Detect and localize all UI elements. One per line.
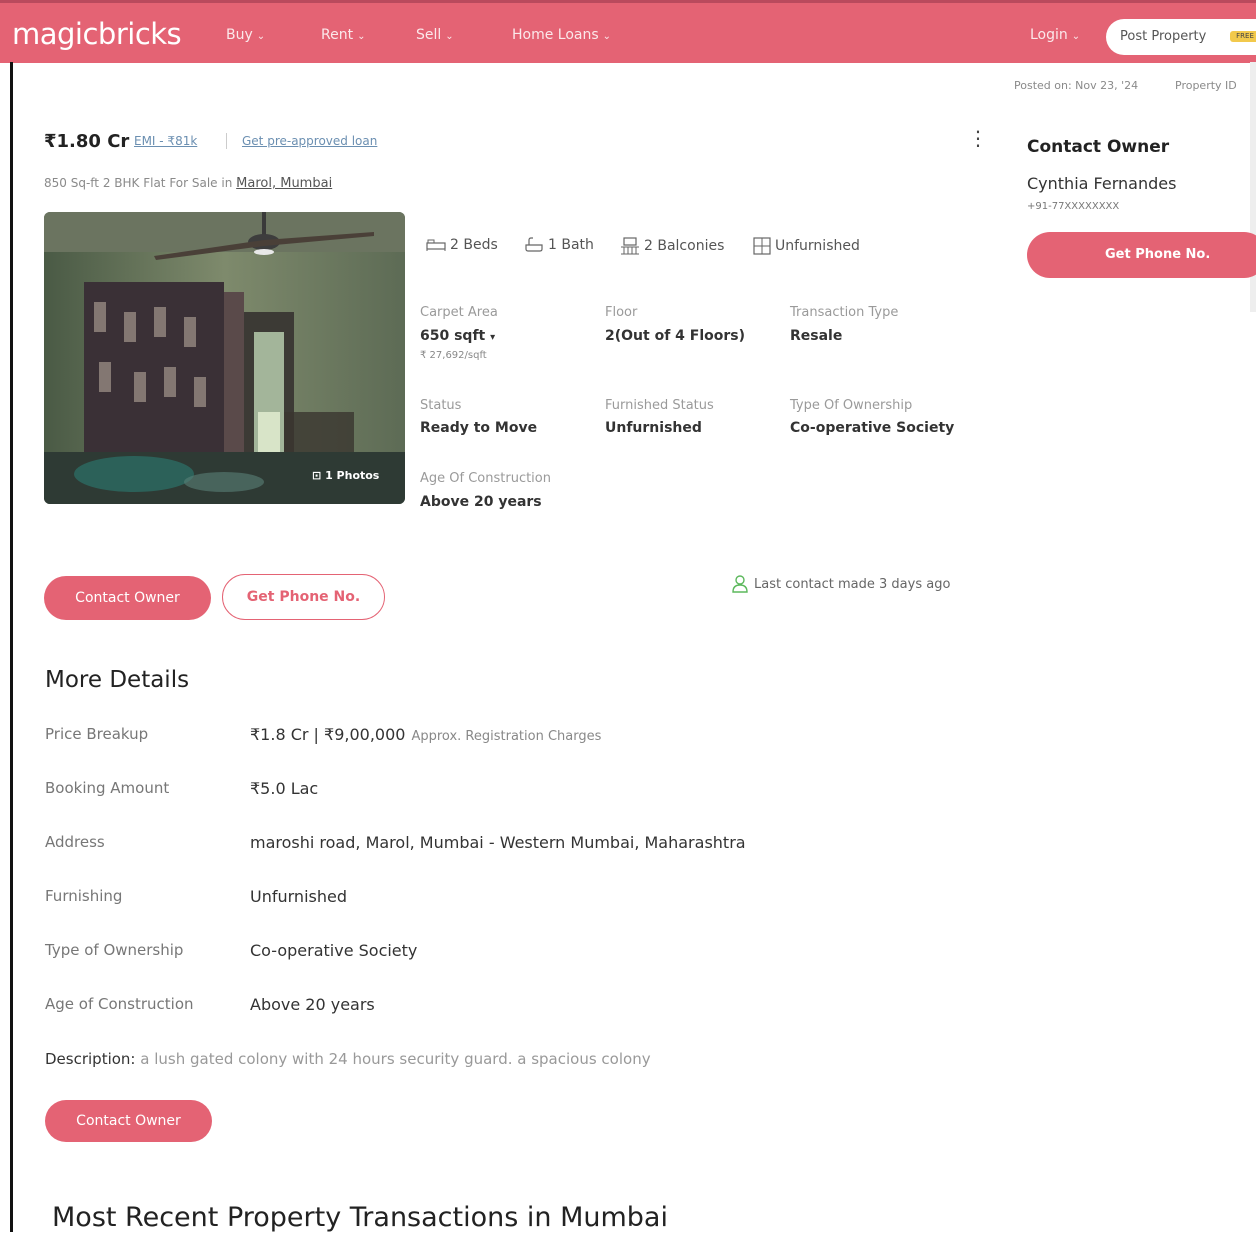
ownership-label: Type Of Ownership bbox=[790, 398, 913, 413]
nav-home-loans[interactable]: Home Loans ⌄ bbox=[512, 27, 611, 43]
nav-login-label: Login bbox=[1030, 27, 1068, 43]
post-property-button[interactable]: Post Property FREE bbox=[1106, 19, 1256, 55]
property-id: Property ID bbox=[1175, 79, 1237, 92]
price-breakup-value: ₹1.8 Cr | ₹9,00,000 Approx. Registration … bbox=[250, 725, 601, 744]
nav-sell-label: Sell bbox=[416, 27, 442, 43]
location-link[interactable]: Marol, Mumbai bbox=[236, 176, 332, 191]
furnished-status-value: Unfurnished bbox=[605, 420, 702, 436]
booking-amount-value: ₹5.0 Lac bbox=[250, 779, 319, 798]
furnishing-label: Furnishing bbox=[45, 887, 123, 905]
age-label: Age Of Construction bbox=[420, 471, 551, 486]
chevron-down-icon: ⌄ bbox=[602, 31, 612, 42]
furnishing-value: Unfurnished bbox=[250, 887, 347, 906]
chevron-down-icon: ⌄ bbox=[357, 31, 366, 42]
room-photo-illustration bbox=[44, 212, 405, 504]
more-details-heading: More Details bbox=[45, 667, 190, 693]
property-photo[interactable] bbox=[44, 212, 405, 504]
unit-dropdown-icon[interactable]: ▾ bbox=[490, 332, 495, 343]
price-breakup-note: Approx. Registration Charges bbox=[411, 729, 602, 744]
owner-phone-masked: +91-77XXXXXXXX bbox=[1027, 201, 1120, 212]
description: Description: a lush gated colony with 24… bbox=[45, 1050, 651, 1068]
listing-subtitle: 850 Sq-ft 2 BHK Flat For Sale in Marol, … bbox=[44, 176, 332, 191]
booking-amount-label: Booking Amount bbox=[45, 779, 170, 797]
feature-bath-label: 1 Bath bbox=[548, 237, 594, 253]
ownership-value: Co-operative Society bbox=[790, 420, 955, 436]
more-options-icon[interactable]: ⋮ bbox=[968, 126, 988, 150]
status-value: Ready to Move bbox=[420, 420, 538, 436]
free-badge: FREE bbox=[1230, 31, 1256, 42]
feature-beds-label: 2 Beds bbox=[450, 237, 498, 253]
listing-subtitle-text: 850 Sq-ft 2 BHK Flat For Sale in bbox=[44, 176, 233, 190]
user-icon bbox=[732, 575, 748, 593]
feature-bath: 1 Bath bbox=[524, 237, 594, 253]
left-frame-border bbox=[10, 62, 13, 1232]
age-of-construction-value: Above 20 years bbox=[250, 995, 375, 1014]
furnished-status-label: Furnished Status bbox=[605, 398, 714, 413]
price-breakup-text: ₹1.8 Cr | ₹9,00,000 bbox=[250, 725, 406, 744]
last-contact-text: Last contact made 3 days ago bbox=[754, 576, 951, 592]
nav-home-loans-label: Home Loans bbox=[512, 27, 599, 43]
age-value: Above 20 years bbox=[420, 494, 542, 510]
post-property-label: Post Property bbox=[1120, 29, 1207, 44]
nav-buy[interactable]: Buy ⌄ bbox=[226, 27, 265, 43]
balcony-icon bbox=[621, 237, 639, 255]
floor-label: Floor bbox=[605, 305, 638, 320]
feature-beds: 2 Beds bbox=[426, 237, 498, 253]
photo-count-badge[interactable]: ⊡ 1 Photos bbox=[312, 469, 379, 482]
age-of-construction-label: Age of Construction bbox=[45, 995, 194, 1013]
bath-icon bbox=[525, 237, 543, 252]
type-of-ownership-value: Co-operative Society bbox=[250, 941, 418, 960]
address-label: Address bbox=[45, 833, 105, 851]
recent-transactions-heading: Most Recent Property Transactions in Mum… bbox=[52, 1202, 668, 1233]
posted-on: Posted on: Nov 23, '24 bbox=[1014, 79, 1139, 92]
sidebar-contact-title: Contact Owner bbox=[1027, 137, 1170, 157]
preapproved-loan-link[interactable]: Get pre-approved loan bbox=[242, 134, 377, 148]
carpet-area-value: 650 sqft ▾ bbox=[420, 328, 495, 344]
listing-price: ₹1.80 Cr bbox=[44, 131, 130, 152]
photos-icon: ⊡ bbox=[312, 469, 322, 482]
sidebar-get-phone-button[interactable]: Get Phone No. bbox=[1027, 232, 1256, 278]
feature-balconies: 2 Balconies bbox=[620, 237, 724, 255]
divider bbox=[226, 133, 227, 149]
floor-value: 2(Out of 4 Floors) bbox=[605, 328, 746, 344]
contact-owner-button-secondary[interactable]: Contact Owner bbox=[45, 1100, 212, 1142]
nav-sell[interactable]: Sell ⌄ bbox=[416, 27, 454, 43]
feature-furnishing-label: Unfurnished bbox=[775, 238, 860, 254]
transaction-type-label: Transaction Type bbox=[790, 305, 899, 320]
wardrobe-icon bbox=[753, 237, 771, 255]
top-navbar: magicbricks Buy ⌄ Rent ⌄ Sell ⌄ Home Loans ⌄… bbox=[0, 3, 1256, 63]
status-label: Status bbox=[420, 398, 462, 413]
price-breakup-label: Price Breakup bbox=[45, 725, 149, 743]
chevron-down-icon: ⌄ bbox=[256, 31, 266, 42]
feature-balconies-label: 2 Balconies bbox=[644, 238, 725, 254]
carpet-price-per-sqft: ₹ 27,692/sqft bbox=[420, 350, 487, 361]
type-of-ownership-label: Type of Ownership bbox=[45, 941, 184, 959]
owner-name: Cynthia Fernandes bbox=[1027, 174, 1177, 193]
description-text: a lush gated colony with 24 hours securi… bbox=[140, 1050, 651, 1068]
carpet-area-label: Carpet Area bbox=[420, 305, 498, 320]
chevron-down-icon: ⌄ bbox=[1071, 31, 1081, 42]
nav-rent[interactable]: Rent ⌄ bbox=[321, 27, 365, 43]
transaction-type-value: Resale bbox=[790, 328, 843, 344]
last-contact-info: Last contact made 3 days ago bbox=[732, 575, 950, 593]
description-label: Description: bbox=[45, 1050, 136, 1068]
chevron-down-icon: ⌄ bbox=[445, 31, 454, 42]
nav-buy-label: Buy bbox=[226, 27, 253, 43]
bed-icon bbox=[426, 239, 446, 251]
photo-count-label: 1 Photos bbox=[325, 469, 380, 482]
nav-login[interactable]: Login ⌄ bbox=[1030, 27, 1080, 43]
contact-owner-button[interactable]: Contact Owner bbox=[44, 576, 211, 620]
nav-rent-label: Rent bbox=[321, 27, 354, 43]
magicbricks-logo[interactable]: magicbricks bbox=[12, 17, 182, 51]
address-value: maroshi road, Marol, Mumbai - Western Mu… bbox=[250, 833, 746, 852]
get-phone-button[interactable]: Get Phone No. bbox=[222, 574, 385, 620]
carpet-area-text: 650 sqft bbox=[420, 328, 486, 344]
feature-furnishing: Unfurnished bbox=[753, 237, 860, 255]
emi-link[interactable]: EMI - ₹81k bbox=[134, 134, 197, 148]
